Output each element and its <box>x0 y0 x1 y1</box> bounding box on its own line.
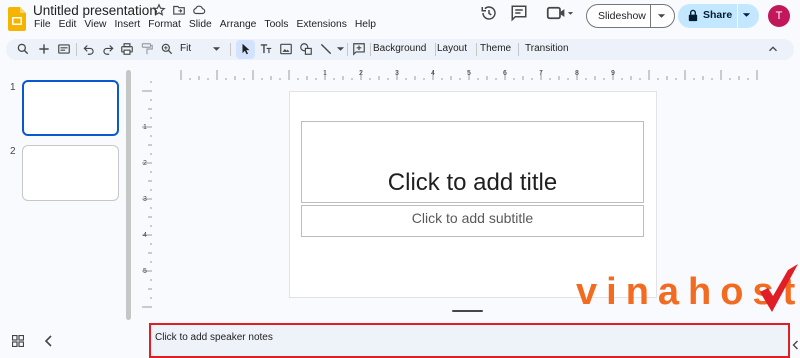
ruler-label: 4 <box>431 70 435 77</box>
vinahost-watermark-logo: vinahost. <box>576 264 800 313</box>
add-comment-icon[interactable] <box>352 42 366 56</box>
account-avatar[interactable]: T <box>768 5 790 27</box>
document-title[interactable]: Untitled presentation <box>33 3 157 18</box>
lock-icon <box>688 9 698 22</box>
layout-button[interactable]: Layout <box>437 43 467 54</box>
history-icon[interactable] <box>480 4 498 22</box>
vertical-ruler: 1 2 3 4 5 <box>142 81 152 308</box>
menu-format[interactable]: Format <box>145 19 184 30</box>
ruler-label: 5 <box>143 268 147 275</box>
menu-edit[interactable]: Edit <box>56 19 80 30</box>
title-icons <box>152 3 206 17</box>
toolbar-divider <box>230 43 231 56</box>
print-icon[interactable] <box>120 42 134 56</box>
menu-tools[interactable]: Tools <box>261 19 291 30</box>
subtitle-placeholder-text: Click to add subtitle <box>411 210 534 226</box>
menu-bar: File Edit View Insert Format Slide Arran… <box>31 19 381 30</box>
speaker-notes-placeholder: Click to add speaker notes <box>155 332 273 343</box>
star-icon[interactable] <box>152 3 166 17</box>
slide-number: 1 <box>10 82 16 93</box>
slideshow-label: Slideshow <box>598 10 646 22</box>
redo-icon[interactable] <box>101 42 115 56</box>
zoom-icon[interactable] <box>160 42 174 56</box>
ruler-label: 8 <box>575 70 579 77</box>
zoom-dropdown-icon[interactable] <box>212 45 221 53</box>
toolbar-divider <box>518 43 519 56</box>
search-menus-icon[interactable] <box>16 42 30 56</box>
collapse-filmstrip-icon[interactable] <box>44 335 54 347</box>
menu-extensions[interactable]: Extensions <box>293 19 349 30</box>
text-box-icon[interactable] <box>259 42 273 56</box>
ruler-label: 9 <box>611 70 615 77</box>
menu-help[interactable]: Help <box>352 19 379 30</box>
title-placeholder-text: Click to add title <box>387 169 558 196</box>
title-placeholder[interactable]: Click to add title <box>301 121 644 203</box>
horizontal-ruler: 1 2 3 4 5 6 7 8 9 <box>180 70 758 80</box>
toolbar-divider <box>347 43 348 56</box>
slideshow-button[interactable]: Slideshow <box>586 4 675 28</box>
new-slide-icon[interactable] <box>37 42 51 56</box>
ruler-label: 2 <box>143 160 147 167</box>
menu-insert[interactable]: Insert <box>111 19 143 30</box>
collapse-toolbar-icon[interactable] <box>766 42 780 56</box>
filmstrip-scrollbar[interactable] <box>126 70 131 320</box>
slide-thumbnail-1[interactable] <box>22 80 119 136</box>
menu-view[interactable]: View <box>81 19 109 30</box>
toolbar-divider <box>476 43 477 56</box>
ruler-label: 2 <box>359 70 363 77</box>
toolbar-divider <box>76 43 77 56</box>
share-label: Share <box>703 9 733 21</box>
menu-slide[interactable]: Slide <box>186 19 215 30</box>
ruler-label: 4 <box>143 232 147 239</box>
ruler-label: 1 <box>143 124 147 131</box>
toolbar: Fit Background Layout Theme Transition <box>6 39 794 60</box>
grid-view-icon[interactable] <box>12 335 24 347</box>
slide-layout-icon[interactable] <box>57 42 71 56</box>
transition-button[interactable]: Transition <box>525 43 569 54</box>
line-icon[interactable] <box>319 42 333 56</box>
toolbar-divider <box>435 43 436 56</box>
background-button[interactable]: Background <box>373 43 426 54</box>
notes-resize-handle[interactable] <box>452 310 483 312</box>
ruler-label: 3 <box>395 70 399 77</box>
ruler-label: 6 <box>503 70 507 77</box>
share-button[interactable]: Share <box>678 4 759 28</box>
insert-image-icon[interactable] <box>279 42 293 56</box>
theme-button[interactable]: Theme <box>480 43 511 54</box>
menu-file[interactable]: File <box>31 19 54 30</box>
ruler-label: 3 <box>143 196 147 203</box>
video-call-icon[interactable] <box>546 4 574 22</box>
subtitle-placeholder[interactable]: Click to add subtitle <box>301 205 644 237</box>
ruler-label: 1 <box>323 70 327 77</box>
line-dropdown-icon[interactable] <box>336 45 345 53</box>
side-panel-expand-icon[interactable] <box>792 340 799 350</box>
ruler-label: 5 <box>467 70 471 77</box>
select-arrow-icon[interactable] <box>239 42 253 56</box>
undo-icon[interactable] <box>82 42 96 56</box>
zoom-select[interactable]: Fit <box>180 43 191 54</box>
share-divider <box>737 4 738 28</box>
share-options-icon[interactable] <box>742 11 751 19</box>
slide-thumbnail-2[interactable] <box>22 145 119 201</box>
slides-logo-icon[interactable] <box>8 7 26 31</box>
slideshow-divider <box>650 5 651 27</box>
ruler-label: 7 <box>539 70 543 77</box>
comments-icon[interactable] <box>510 4 528 22</box>
paint-format-icon[interactable] <box>140 42 154 56</box>
move-to-folder-icon[interactable] <box>172 3 186 17</box>
slide-number: 2 <box>10 146 16 157</box>
cloud-status-icon[interactable] <box>192 3 206 17</box>
menu-arrange[interactable]: Arrange <box>217 19 260 30</box>
shape-icon[interactable] <box>299 42 313 56</box>
speaker-notes-field[interactable]: Click to add speaker notes <box>149 323 790 358</box>
toolbar-divider <box>370 43 371 56</box>
slideshow-options-icon[interactable] <box>657 12 666 20</box>
